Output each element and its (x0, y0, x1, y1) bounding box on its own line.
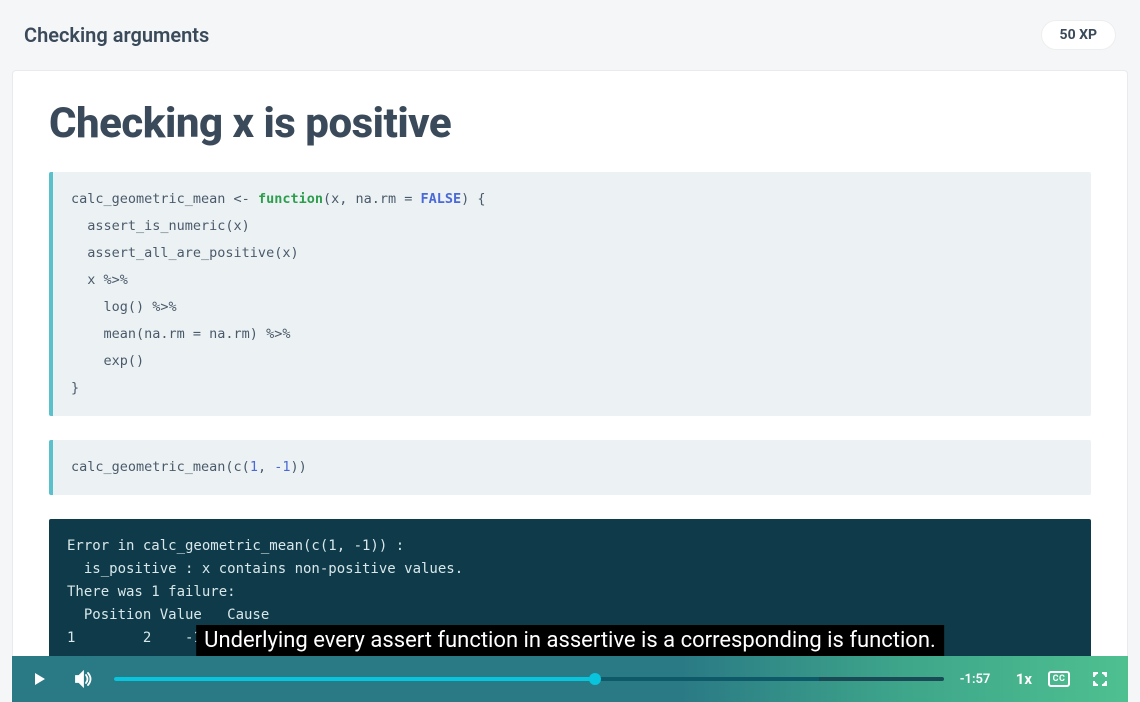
page-header: Checking arguments 50 XP (0, 0, 1140, 66)
progress-fill (114, 677, 595, 681)
subtitle-caption: Underlying every assert function in asse… (196, 625, 944, 656)
slide-card: Checking x is positive calc_geometric_me… (12, 70, 1128, 660)
video-player-bar: -1:57 1x CC (12, 656, 1128, 702)
progress-knob[interactable] (589, 673, 601, 685)
xp-badge: 50 XP (1041, 20, 1116, 50)
slide-title: Checking x is positive (49, 99, 1091, 148)
time-remaining: -1:57 (960, 672, 1000, 687)
code-definition: calc_geometric_mean <- function(x, na.rm… (49, 172, 1091, 416)
fullscreen-icon (1092, 671, 1108, 687)
play-button[interactable] (26, 665, 54, 693)
captions-button[interactable]: CC (1048, 671, 1070, 687)
code-call: calc_geometric_mean(c(1, -1)) (49, 440, 1091, 495)
play-icon (32, 671, 48, 687)
volume-icon (74, 669, 94, 689)
page-title: Checking arguments (24, 23, 209, 47)
progress-buffer (595, 677, 819, 681)
fullscreen-button[interactable] (1086, 665, 1114, 693)
volume-button[interactable] (70, 665, 98, 693)
progress-bar[interactable] (114, 677, 944, 681)
playback-speed[interactable]: 1x (1016, 670, 1032, 688)
